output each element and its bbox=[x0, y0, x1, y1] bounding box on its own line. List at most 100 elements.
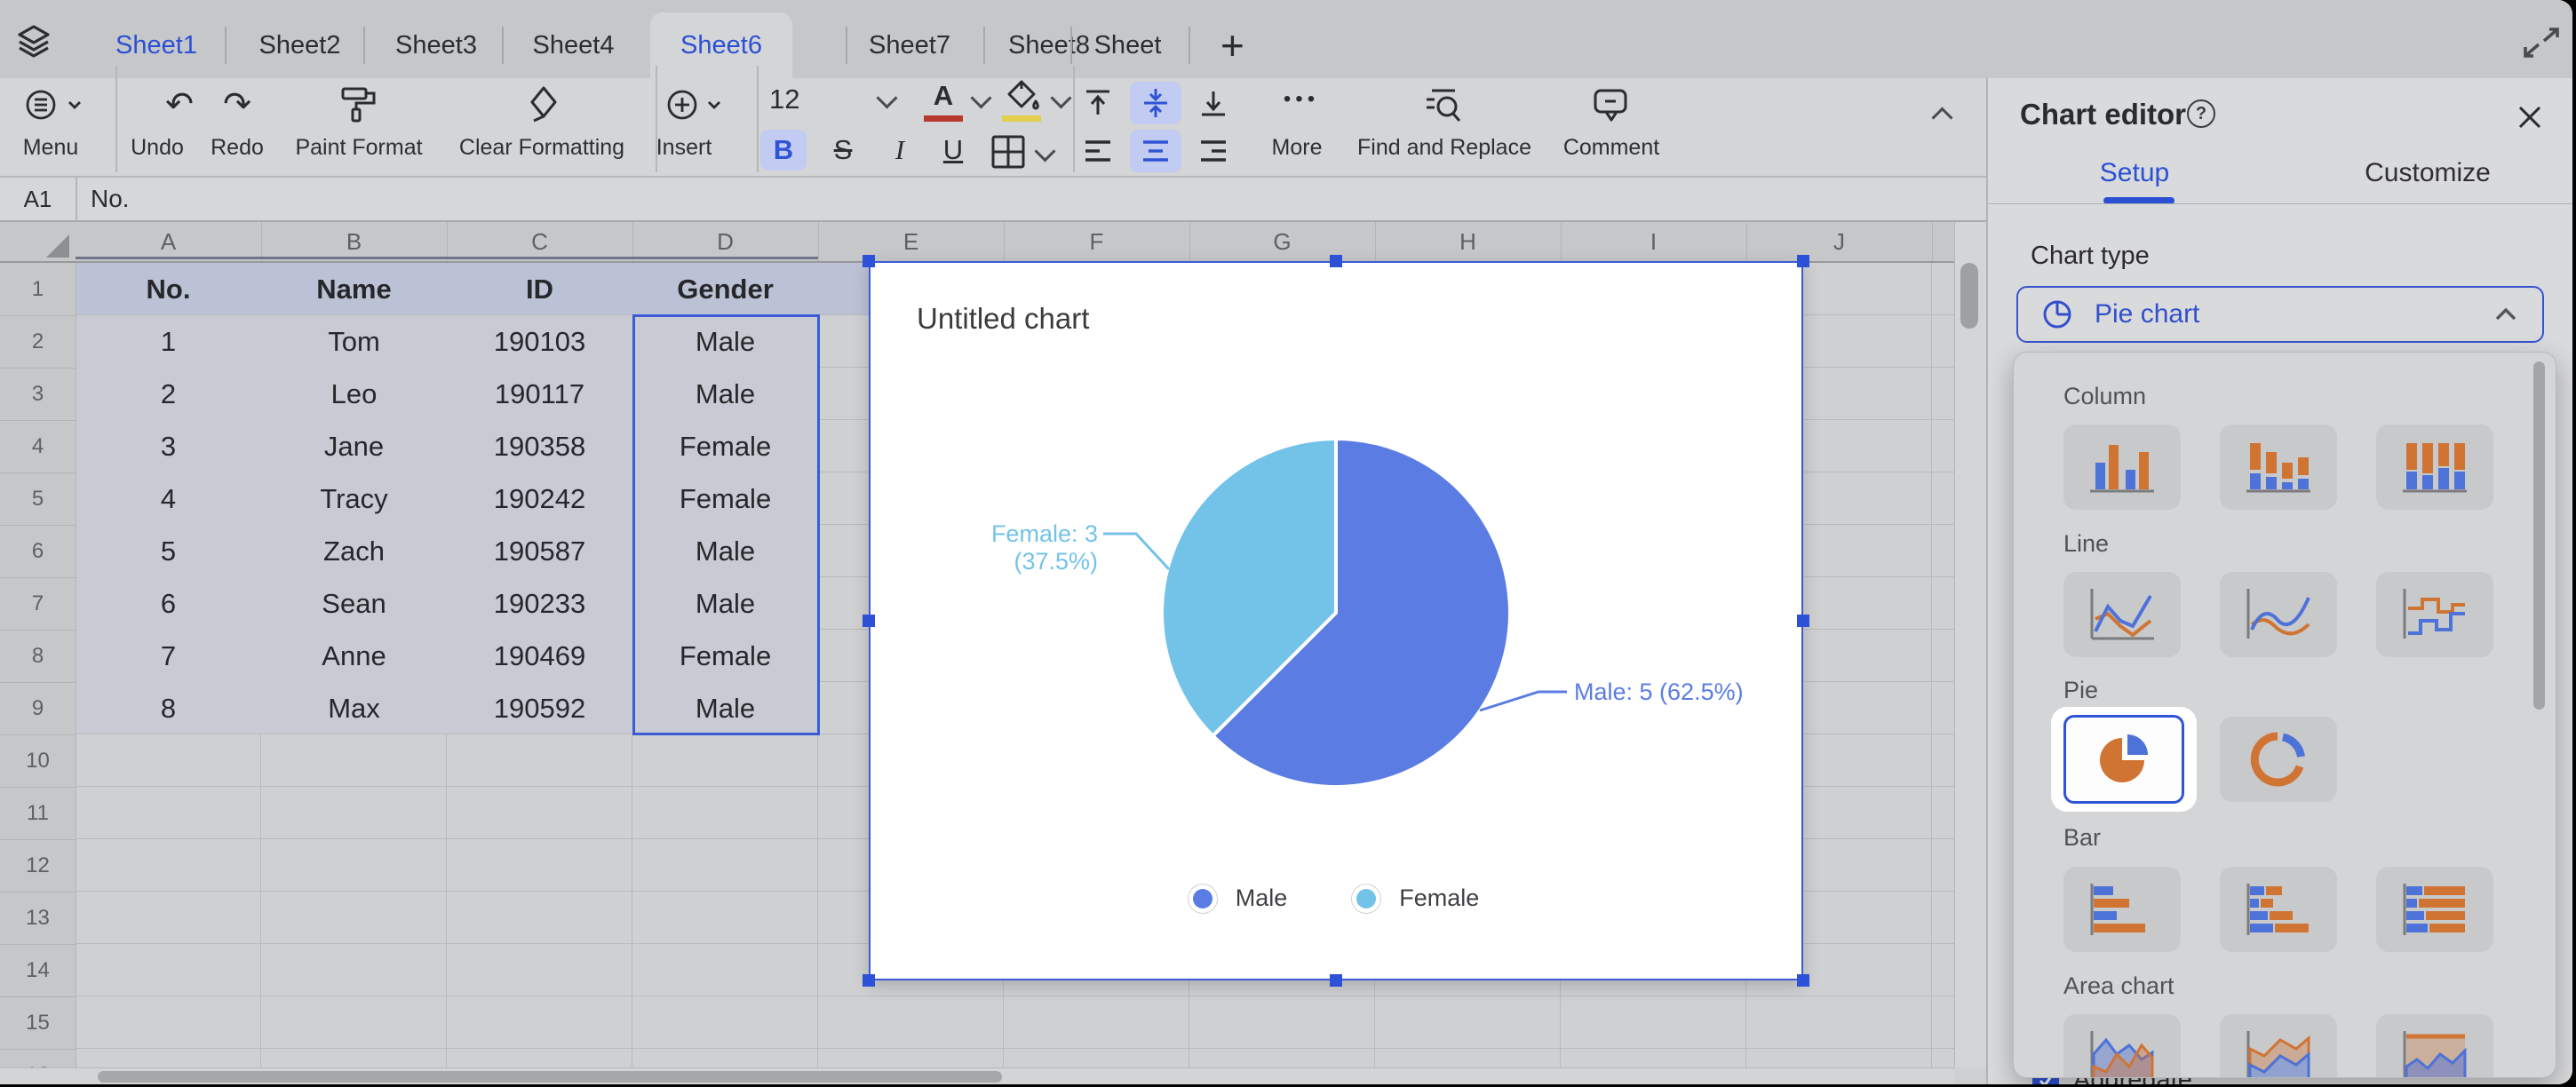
vertical-scrollbar-thumb[interactable] bbox=[1960, 263, 1978, 329]
font-size-value[interactable]: 12 bbox=[769, 83, 826, 115]
underline-button[interactable]: U bbox=[933, 129, 974, 171]
cell-d2[interactable]: Male bbox=[632, 315, 818, 368]
column-header-f[interactable]: F bbox=[1004, 222, 1190, 261]
column-header-j[interactable]: J bbox=[1746, 222, 1933, 261]
collapse-toolbar-icon[interactable] bbox=[1931, 107, 1952, 128]
row-header-5[interactable]: 5 bbox=[0, 472, 76, 526]
cell-a8[interactable]: 7 bbox=[76, 630, 261, 682]
insert-button[interactable]: Insert bbox=[622, 135, 746, 162]
cell-a6[interactable]: 5 bbox=[76, 525, 261, 577]
column-header-c[interactable]: C bbox=[447, 222, 633, 261]
cell-a3[interactable]: 2 bbox=[76, 368, 261, 420]
cell-a2[interactable]: 1 bbox=[76, 315, 261, 368]
cell-d6[interactable]: Male bbox=[632, 525, 818, 577]
cell-d3[interactable]: Male bbox=[632, 368, 818, 420]
column-header-a[interactable]: A bbox=[76, 222, 262, 261]
chart-handle-n[interactable] bbox=[1330, 255, 1342, 267]
sheet-tab-sheet2[interactable]: Sheet2 bbox=[255, 12, 345, 78]
paint-format-icon[interactable] bbox=[338, 85, 380, 126]
redo-icon[interactable]: ↷ bbox=[193, 85, 282, 124]
cell-c3[interactable]: 190117 bbox=[447, 368, 632, 420]
chart-handle-nw[interactable] bbox=[863, 255, 875, 267]
row-header-8[interactable]: 8 bbox=[0, 630, 76, 683]
column-header-g[interactable]: G bbox=[1189, 222, 1376, 261]
italic-button[interactable]: I bbox=[879, 129, 920, 171]
cell-b4[interactable]: Jane bbox=[261, 420, 447, 472]
legend-item-male[interactable]: Male bbox=[1193, 885, 1288, 912]
strikethrough-button[interactable]: S bbox=[823, 129, 863, 171]
expand-fullscreen-icon[interactable] bbox=[2517, 25, 2565, 60]
cell-d7[interactable]: Male bbox=[632, 577, 818, 630]
cell-d1[interactable]: Gender bbox=[632, 263, 818, 315]
row-header-7[interactable]: 7 bbox=[0, 577, 76, 631]
borders-chevron-icon[interactable] bbox=[1034, 140, 1055, 162]
borders-icon[interactable] bbox=[990, 133, 1027, 171]
menu-button[interactable]: Menu bbox=[0, 135, 101, 162]
row-header-15[interactable]: 15 bbox=[0, 996, 76, 1050]
cell-b9[interactable]: Max bbox=[261, 682, 447, 734]
chart-type-bar-clustered[interactable] bbox=[2063, 867, 2181, 952]
cell-d4[interactable]: Female bbox=[632, 420, 818, 472]
sheet-tab-sheet[interactable]: Sheet bbox=[1093, 12, 1163, 78]
cell-a4[interactable]: 3 bbox=[76, 420, 261, 472]
cell-c1[interactable]: ID bbox=[447, 263, 632, 315]
row-header-3[interactable]: 3 bbox=[0, 368, 76, 421]
menu-icon[interactable] bbox=[20, 85, 87, 124]
formula-input[interactable]: No. bbox=[91, 178, 130, 220]
cell-c5[interactable]: 190242 bbox=[447, 472, 632, 525]
row-header-12[interactable]: 12 bbox=[0, 839, 76, 893]
find-replace-icon[interactable] bbox=[1421, 85, 1466, 128]
column-header-h[interactable]: H bbox=[1375, 222, 1562, 261]
align-right-icon[interactable] bbox=[1197, 135, 1229, 167]
text-color-icon[interactable]: A bbox=[924, 80, 963, 112]
row-header-6[interactable]: 6 bbox=[0, 525, 76, 578]
fill-color-icon[interactable] bbox=[1004, 78, 1043, 115]
cell-b5[interactable]: Tracy bbox=[261, 472, 447, 525]
sheet-tab-sheet3[interactable]: Sheet3 bbox=[391, 12, 481, 78]
tab-customize[interactable]: Customize bbox=[2281, 153, 2572, 194]
tab-setup[interactable]: Setup bbox=[1988, 153, 2281, 194]
cell-c4[interactable]: 190358 bbox=[447, 420, 632, 472]
chart-type-stepped-line[interactable] bbox=[2376, 572, 2493, 657]
close-icon[interactable] bbox=[2516, 103, 2544, 131]
chart-type-line[interactable] bbox=[2063, 572, 2181, 657]
bold-button[interactable]: B bbox=[760, 129, 807, 171]
chart-handle-sw[interactable] bbox=[863, 974, 875, 987]
row-header-9[interactable]: 9 bbox=[0, 682, 76, 735]
align-bottom-icon[interactable] bbox=[1197, 87, 1229, 119]
sheet-tab-sheet1[interactable]: Sheet1 bbox=[115, 12, 198, 78]
row-header-14[interactable]: 14 bbox=[0, 944, 76, 997]
cell-a5[interactable]: 4 bbox=[76, 472, 261, 525]
cell-b3[interactable]: Leo bbox=[261, 368, 447, 420]
cell-d9[interactable]: Male bbox=[632, 682, 818, 734]
column-header-e[interactable]: E bbox=[818, 222, 1005, 261]
clear-formatting-icon[interactable] bbox=[522, 85, 565, 126]
cell-b1[interactable]: Name bbox=[261, 263, 447, 315]
chart-handle-w[interactable] bbox=[863, 615, 875, 627]
chart-type-bar-stacked[interactable] bbox=[2220, 867, 2337, 952]
comment-icon[interactable] bbox=[1590, 85, 1633, 128]
row-header-2[interactable]: 2 bbox=[0, 315, 76, 369]
insert-icon[interactable] bbox=[663, 85, 728, 124]
cell-a9[interactable]: 8 bbox=[76, 682, 261, 734]
row-header-11[interactable]: 11 bbox=[0, 787, 76, 840]
comment-button[interactable]: Comment bbox=[1537, 135, 1686, 162]
chart-type-area-100-stacked[interactable] bbox=[2376, 1014, 2493, 1078]
chart-handle-s[interactable] bbox=[1330, 974, 1342, 987]
legend-item-female[interactable]: Female bbox=[1356, 885, 1479, 912]
help-icon[interactable]: ? bbox=[2187, 99, 2215, 128]
sheet-tab-sheet4[interactable]: Sheet4 bbox=[529, 12, 617, 78]
row-header-1[interactable]: 1 bbox=[0, 263, 76, 316]
column-header-i[interactable]: I bbox=[1561, 222, 1747, 261]
chart-type-donut[interactable] bbox=[2220, 717, 2337, 802]
cell-a1[interactable]: No. bbox=[76, 263, 261, 315]
app-logo-icon[interactable] bbox=[14, 21, 53, 60]
chart-handle-se[interactable] bbox=[1797, 974, 1809, 987]
cell-c2[interactable]: 190103 bbox=[447, 315, 632, 368]
chart-type-smooth-line[interactable] bbox=[2220, 572, 2337, 657]
chart-type-column-100-stacked[interactable] bbox=[2376, 424, 2493, 510]
sheet-tab-sheet8[interactable]: Sheet8 bbox=[1004, 12, 1094, 78]
sheet-tab-sheet7[interactable]: Sheet7 bbox=[866, 12, 953, 78]
column-header-b[interactable]: B bbox=[261, 222, 448, 261]
chart-handle-e[interactable] bbox=[1797, 615, 1809, 627]
